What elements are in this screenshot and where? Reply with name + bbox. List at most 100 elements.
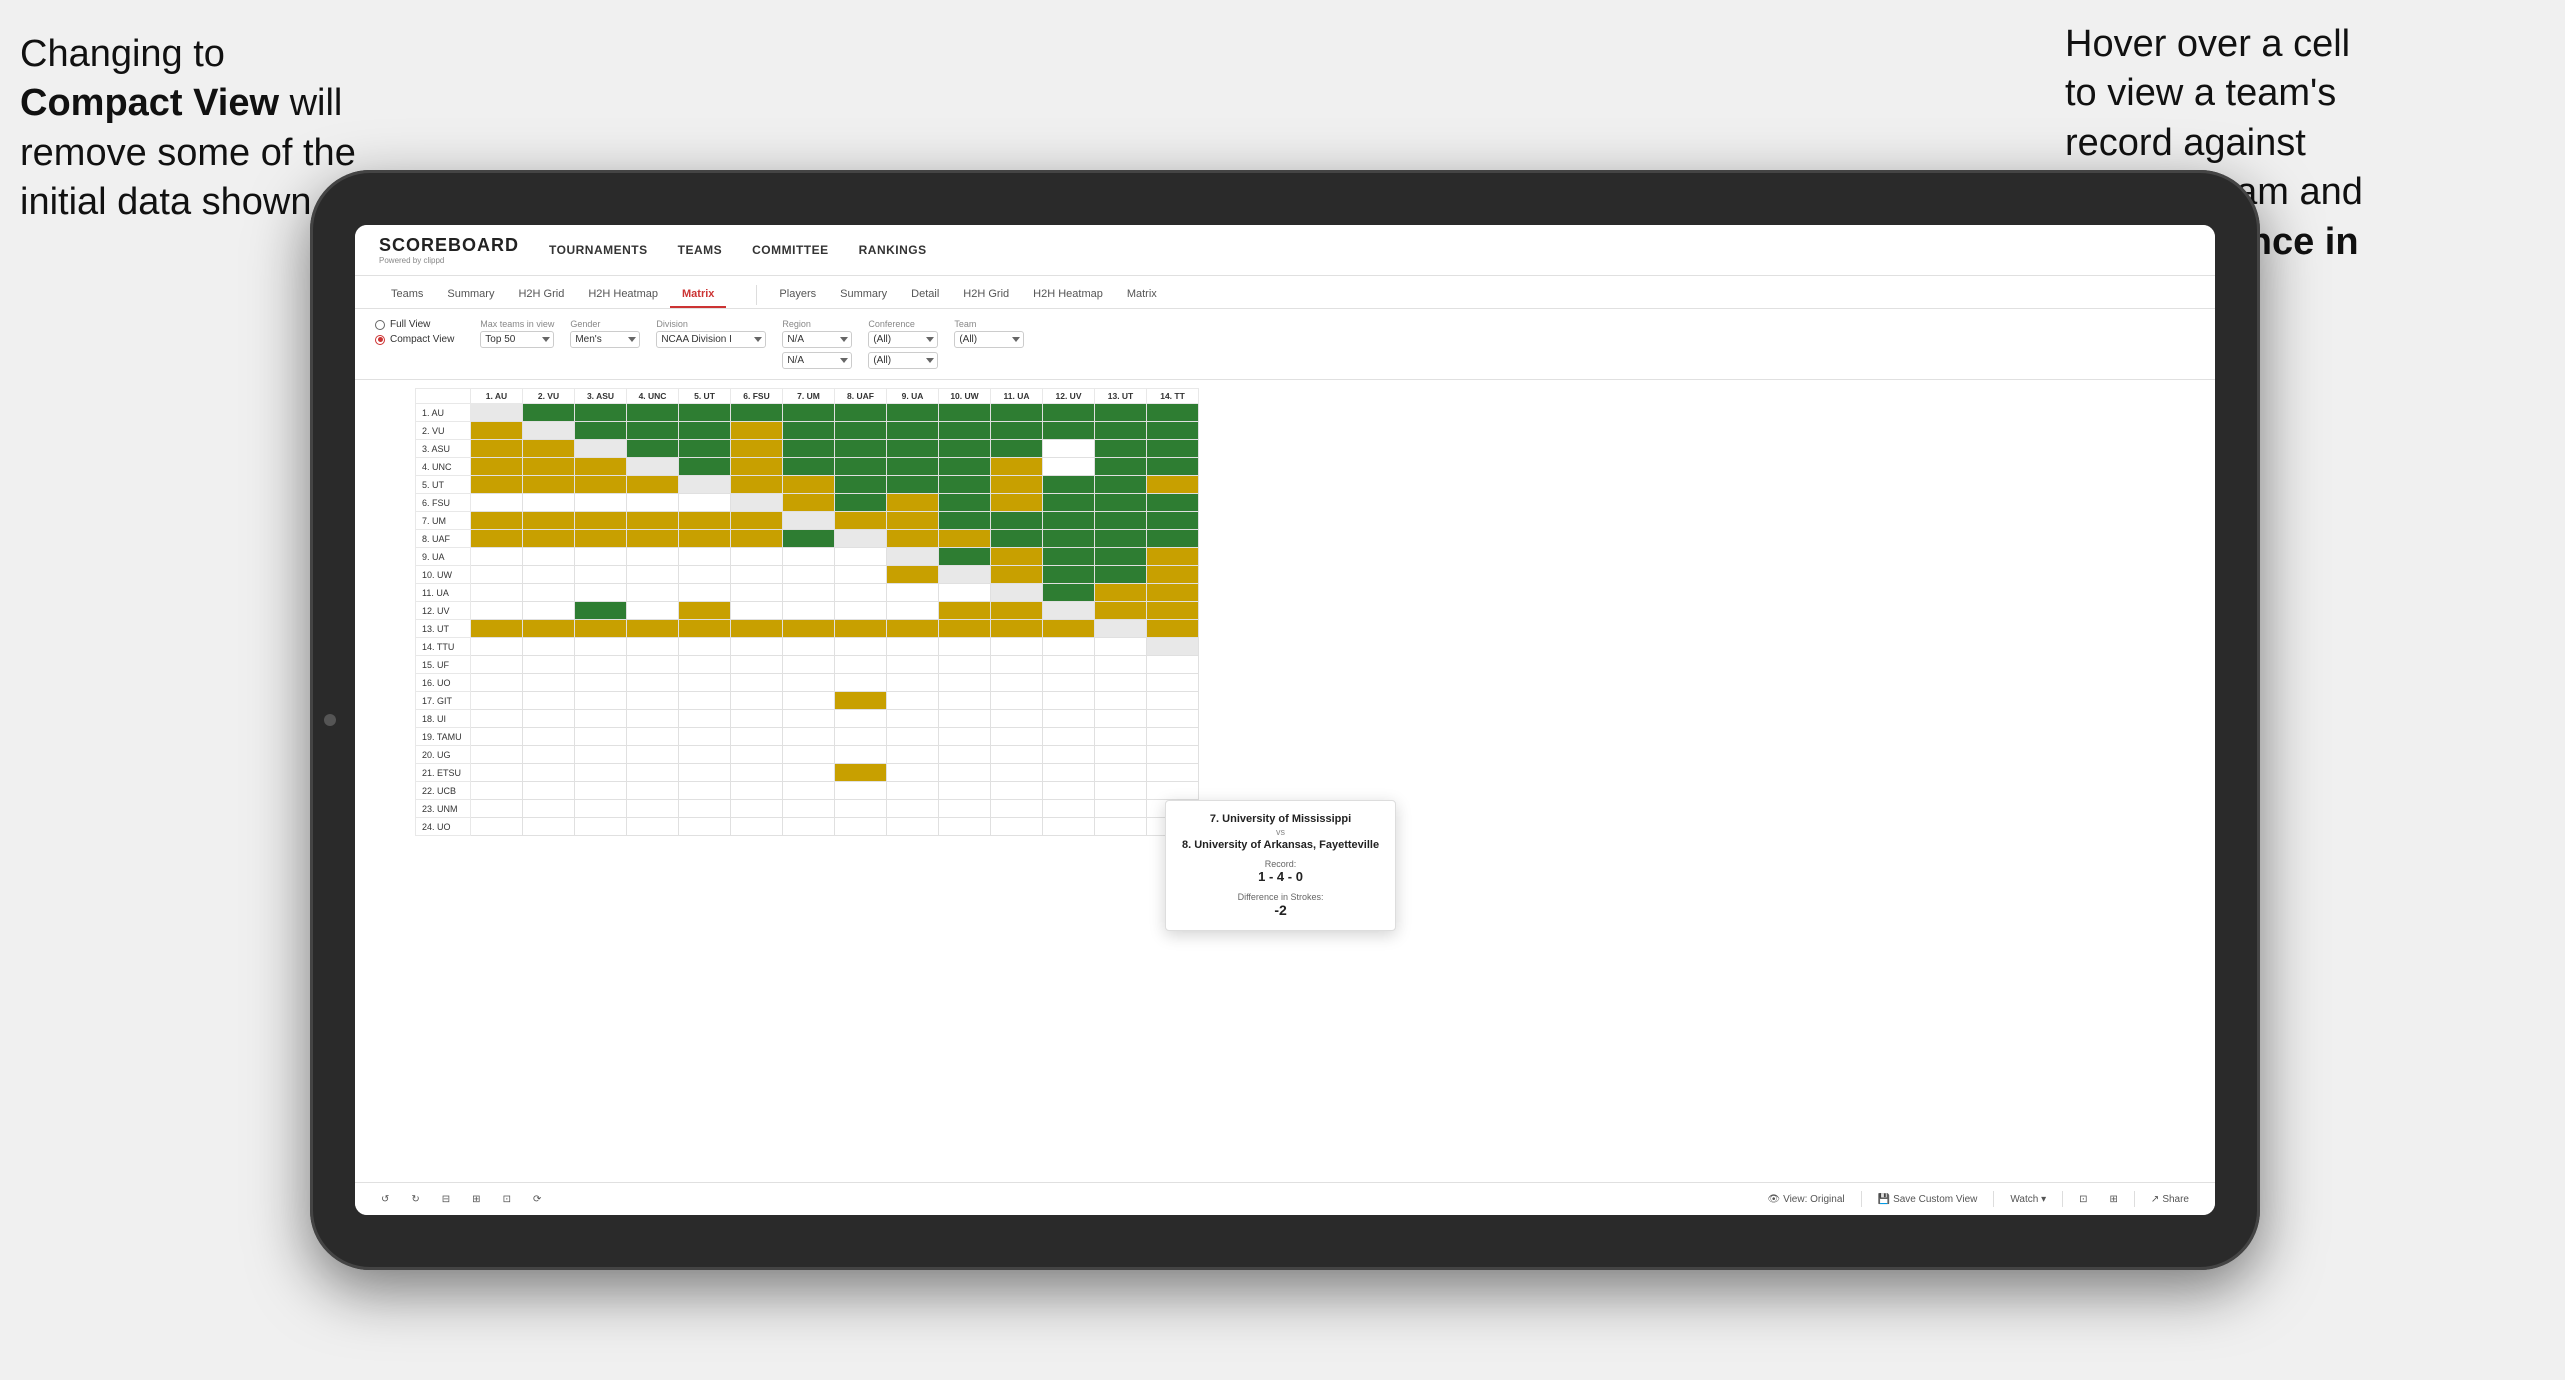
- matrix-cell[interactable]: [1095, 422, 1147, 440]
- matrix-cell[interactable]: [939, 620, 991, 638]
- matrix-cell[interactable]: [835, 494, 887, 512]
- matrix-cell[interactable]: [1095, 584, 1147, 602]
- matrix-cell[interactable]: [991, 602, 1043, 620]
- matrix-cell[interactable]: [783, 656, 835, 674]
- matrix-cell[interactable]: [939, 476, 991, 494]
- matrix-cell[interactable]: [835, 440, 887, 458]
- tab-teams[interactable]: Teams: [379, 282, 435, 308]
- matrix-cell[interactable]: [783, 476, 835, 494]
- matrix-cell[interactable]: [575, 638, 627, 656]
- matrix-cell[interactable]: [731, 548, 783, 566]
- matrix-cell[interactable]: [575, 440, 627, 458]
- matrix-cell[interactable]: [627, 692, 679, 710]
- matrix-cell[interactable]: [471, 782, 523, 800]
- tab-h2h-heatmap-left[interactable]: H2H Heatmap: [576, 282, 670, 308]
- matrix-cell[interactable]: [783, 764, 835, 782]
- matrix-cell[interactable]: [1147, 710, 1199, 728]
- matrix-cell[interactable]: [783, 548, 835, 566]
- nav-teams[interactable]: TEAMS: [678, 243, 723, 257]
- matrix-cell[interactable]: [575, 764, 627, 782]
- tab-matrix-right[interactable]: Matrix: [1115, 282, 1169, 308]
- matrix-cell[interactable]: [783, 692, 835, 710]
- matrix-cell[interactable]: [731, 584, 783, 602]
- matrix-cell[interactable]: [679, 566, 731, 584]
- matrix-cell[interactable]: [471, 746, 523, 764]
- matrix-cell[interactable]: [1043, 656, 1095, 674]
- matrix-cell[interactable]: [1043, 692, 1095, 710]
- matrix-cell[interactable]: [1095, 404, 1147, 422]
- matrix-cell[interactable]: [939, 512, 991, 530]
- matrix-cell[interactable]: [627, 494, 679, 512]
- matrix-cell[interactable]: [575, 674, 627, 692]
- matrix-cell[interactable]: [783, 494, 835, 512]
- matrix-cell[interactable]: [887, 404, 939, 422]
- radio-full-view[interactable]: Full View: [375, 319, 454, 330]
- nav-tournaments[interactable]: TOURNAMENTS: [549, 243, 648, 257]
- matrix-cell[interactable]: [1147, 674, 1199, 692]
- matrix-cell[interactable]: [1095, 530, 1147, 548]
- matrix-cell[interactable]: [731, 566, 783, 584]
- matrix-cell[interactable]: [627, 782, 679, 800]
- tab-h2h-grid-left[interactable]: H2H Grid: [506, 282, 576, 308]
- matrix-cell[interactable]: [523, 494, 575, 512]
- matrix-cell[interactable]: [731, 476, 783, 494]
- matrix-cell[interactable]: [731, 530, 783, 548]
- matrix-cell[interactable]: [1043, 620, 1095, 638]
- matrix-cell[interactable]: [1095, 638, 1147, 656]
- matrix-cell[interactable]: [523, 530, 575, 548]
- nav-rankings[interactable]: RANKINGS: [859, 243, 927, 257]
- matrix-cell[interactable]: [575, 404, 627, 422]
- matrix-cell[interactable]: [1095, 728, 1147, 746]
- matrix-cell[interactable]: [471, 530, 523, 548]
- matrix-cell[interactable]: [523, 548, 575, 566]
- matrix-cell[interactable]: [1095, 548, 1147, 566]
- matrix-cell[interactable]: [991, 476, 1043, 494]
- matrix-cell[interactable]: [679, 530, 731, 548]
- matrix-cell[interactable]: [1043, 440, 1095, 458]
- matrix-cell[interactable]: [1043, 746, 1095, 764]
- matrix-cell[interactable]: [627, 638, 679, 656]
- matrix-cell[interactable]: [991, 440, 1043, 458]
- matrix-cell[interactable]: [991, 512, 1043, 530]
- max-teams-select[interactable]: Top 50: [480, 331, 554, 348]
- matrix-cell[interactable]: [1043, 584, 1095, 602]
- matrix-cell[interactable]: [679, 800, 731, 818]
- matrix-cell[interactable]: [1095, 656, 1147, 674]
- matrix-cell[interactable]: [731, 602, 783, 620]
- matrix-cell[interactable]: [575, 494, 627, 512]
- matrix-cell[interactable]: [835, 548, 887, 566]
- matrix-cell[interactable]: [887, 566, 939, 584]
- matrix-cell[interactable]: [731, 728, 783, 746]
- matrix-cell[interactable]: [627, 800, 679, 818]
- matrix-cell[interactable]: [471, 764, 523, 782]
- matrix-cell[interactable]: [887, 602, 939, 620]
- matrix-cell[interactable]: [731, 800, 783, 818]
- matrix-cell[interactable]: [1043, 818, 1095, 836]
- matrix-cell[interactable]: [471, 710, 523, 728]
- matrix-cell[interactable]: [627, 764, 679, 782]
- matrix-cell[interactable]: [887, 494, 939, 512]
- layout-button[interactable]: ⊡: [2073, 1192, 2093, 1207]
- matrix-cell[interactable]: [523, 476, 575, 494]
- radio-compact-view[interactable]: Compact View: [375, 334, 454, 345]
- matrix-cell[interactable]: [471, 818, 523, 836]
- matrix-cell[interactable]: [731, 638, 783, 656]
- matrix-cell[interactable]: [471, 800, 523, 818]
- conference-select1[interactable]: (All): [868, 331, 938, 348]
- matrix-cell[interactable]: [939, 494, 991, 512]
- matrix-cell[interactable]: [1095, 512, 1147, 530]
- matrix-cell[interactable]: [471, 728, 523, 746]
- matrix-cell[interactable]: [991, 638, 1043, 656]
- matrix-cell[interactable]: [679, 656, 731, 674]
- matrix-cell[interactable]: [627, 422, 679, 440]
- matrix-cell[interactable]: [523, 512, 575, 530]
- matrix-cell[interactable]: [523, 458, 575, 476]
- matrix-cell[interactable]: [1147, 746, 1199, 764]
- matrix-cell[interactable]: [939, 584, 991, 602]
- matrix-cell[interactable]: [835, 566, 887, 584]
- matrix-cell[interactable]: [471, 584, 523, 602]
- matrix-cell[interactable]: [523, 584, 575, 602]
- matrix-cell[interactable]: [783, 620, 835, 638]
- tab-matrix-left[interactable]: Matrix: [670, 282, 726, 308]
- matrix-cell[interactable]: [939, 422, 991, 440]
